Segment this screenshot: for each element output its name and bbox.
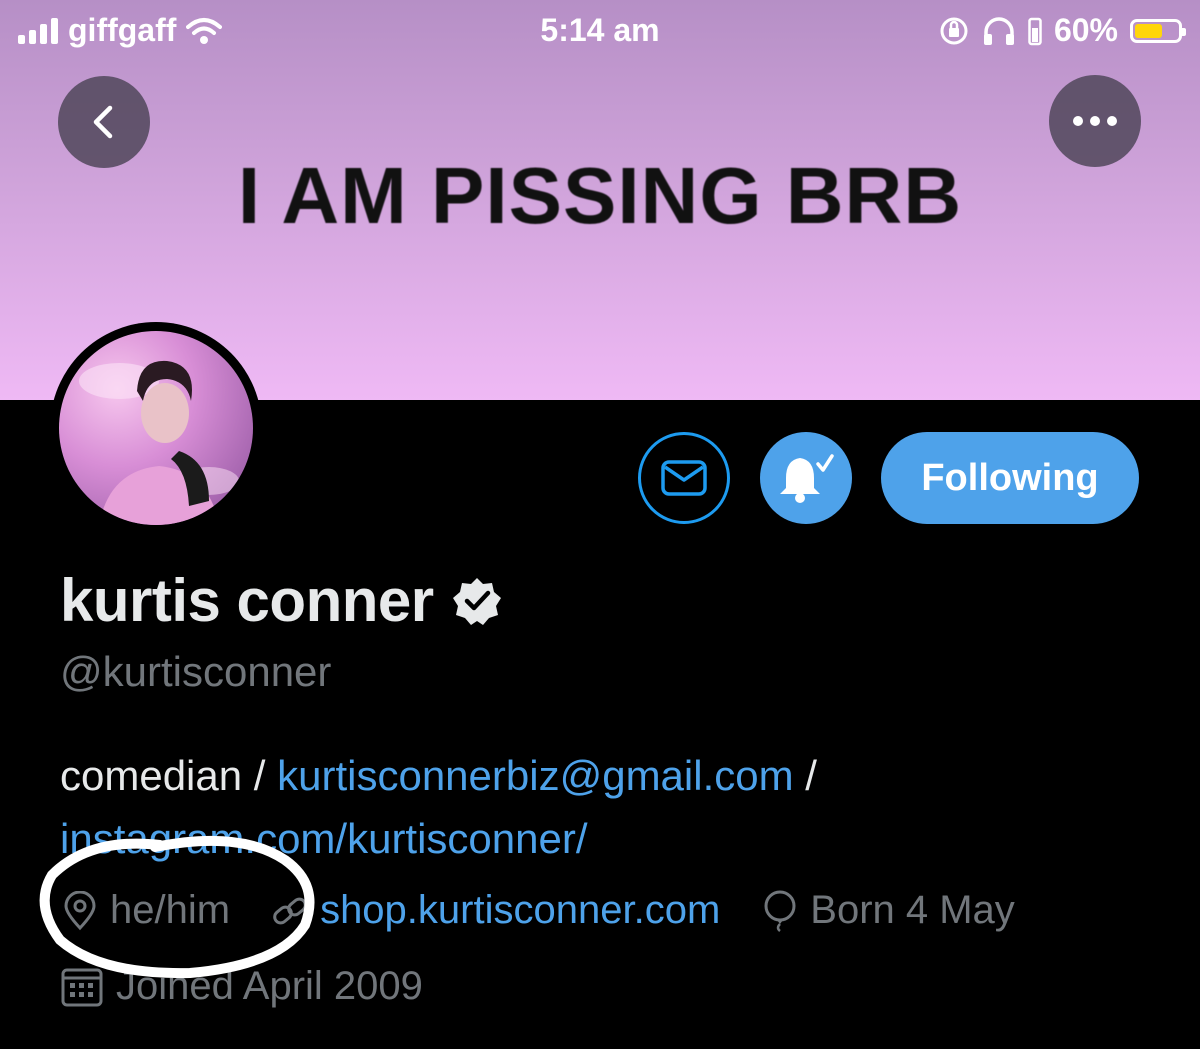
birthday-item: Born 4 May (760, 888, 1015, 933)
balloon-icon (764, 890, 796, 932)
banner-text: I AM PISSING BRB (237, 151, 963, 240)
bell-check-icon (780, 454, 834, 503)
website-link[interactable]: shop.kurtisconner.com (320, 888, 720, 933)
envelope-icon (661, 460, 707, 496)
calendar-icon (61, 968, 103, 1006)
bio-email-link[interactable]: kurtisconnerbiz@gmail.com (277, 752, 793, 799)
avatar[interactable] (50, 322, 262, 534)
bio-instagram-link[interactable]: instagram.com/kurtisconner/ (60, 815, 588, 862)
more-options-button[interactable] (1049, 75, 1141, 167)
following-button[interactable]: Following (881, 432, 1139, 524)
notifications-button[interactable] (760, 432, 852, 524)
profile-photo (59, 331, 253, 525)
status-bar: giffgaff 5:14 am 60% (0, 0, 1200, 64)
back-button[interactable] (58, 76, 150, 168)
profile-bio: comedian / kurtisconnerbiz@gmail.com / i… (60, 744, 1160, 870)
verified-badge-icon (452, 577, 501, 625)
location-text: he/him (110, 888, 231, 932)
battery-percent: 60% (1053, 12, 1118, 48)
display-name: kurtis conner (60, 567, 434, 634)
birthday-text: Born 4 May (810, 888, 1015, 932)
joined-text: Joined April 2009 (116, 964, 423, 1008)
profile-meta: he/him shop.kurtisconner.com Born 4 May (60, 888, 1055, 933)
location-item: he/him (60, 888, 230, 933)
headphones-icon (983, 16, 1014, 45)
message-button[interactable] (638, 432, 730, 524)
ellipsis-icon (1073, 116, 1117, 126)
username-handle: @kurtisconner (60, 648, 332, 695)
location-pin-icon (64, 890, 96, 930)
chevron-left-icon (93, 105, 113, 139)
orientation-lock-icon (940, 17, 968, 44)
airpods-battery-icon (1028, 17, 1042, 45)
bio-separator: / (793, 752, 817, 799)
bio-text: comedian / (60, 752, 278, 799)
link-icon (273, 897, 307, 924)
battery-icon (1130, 18, 1186, 43)
joined-item: Joined April 2009 (60, 964, 423, 1009)
website-item[interactable]: shop.kurtisconner.com (270, 888, 720, 933)
